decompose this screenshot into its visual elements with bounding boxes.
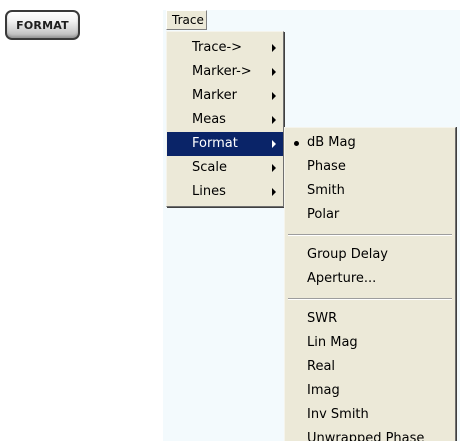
menu-separator	[285, 227, 455, 243]
menu-item-label: dB Mag	[307, 135, 356, 150]
menu-item-label: SWR	[307, 311, 338, 326]
menu-item-label: Group Delay	[307, 247, 388, 262]
format-item-lin-mag[interactable]: Lin Mag	[285, 331, 455, 355]
format-item-imag[interactable]: Imag	[285, 379, 455, 403]
menu-item-label: Phase	[307, 159, 346, 174]
menu-item-label: Lin Mag	[307, 335, 358, 350]
menu-item-label: Unwrapped Phase	[307, 431, 425, 441]
format-item-group-delay[interactable]: Group Delay	[285, 243, 455, 267]
format-item-db-mag[interactable]: dB Mag	[285, 131, 455, 155]
selected-bullet-icon	[294, 141, 299, 146]
menu-item-scale[interactable]: Scale	[167, 156, 283, 180]
format-item-phase[interactable]: Phase	[285, 155, 455, 179]
menu-item-label: Lines	[192, 184, 226, 199]
format-hardkey[interactable]: FORMAT	[5, 10, 80, 40]
menu-item-label: Marker	[192, 88, 237, 103]
menu-item-label: Real	[307, 359, 336, 374]
menu-item-label: Trace->	[192, 40, 243, 55]
trace-menu: Trace-> Marker-> Marker Meas Format Scal…	[166, 31, 284, 207]
menu-item-meas[interactable]: Meas	[167, 108, 283, 132]
menu-item-label: Meas	[192, 112, 226, 127]
format-item-inv-smith[interactable]: Inv Smith	[285, 403, 455, 427]
format-item-real[interactable]: Real	[285, 355, 455, 379]
submenu-arrow-icon	[272, 68, 276, 76]
format-item-aperture[interactable]: Aperture...	[285, 267, 455, 291]
format-item-smith[interactable]: Smith	[285, 179, 455, 203]
format-item-polar[interactable]: Polar	[285, 203, 455, 227]
menu-separator	[285, 291, 455, 307]
format-item-swr[interactable]: SWR	[285, 307, 455, 331]
submenu-arrow-icon	[272, 188, 276, 196]
menu-item-marker[interactable]: Marker	[167, 84, 283, 108]
screen: FORMAT Trace Trace-> Marker-> Marker Mea…	[0, 0, 460, 441]
menu-item-label: Inv Smith	[307, 407, 369, 422]
submenu-arrow-icon	[272, 92, 276, 100]
menu-item-label: Format	[192, 136, 238, 151]
menu-item-lines[interactable]: Lines	[167, 180, 283, 204]
submenu-arrow-icon	[272, 164, 276, 172]
submenu-arrow-icon	[272, 44, 276, 52]
menu-item-format[interactable]: Format	[167, 132, 283, 156]
menu-item-label: Aperture...	[307, 271, 377, 286]
submenu-arrow-icon	[272, 140, 276, 148]
menu-item-label: Scale	[192, 160, 227, 175]
menubar-trace[interactable]: Trace	[166, 10, 207, 30]
menu-item-label: Marker->	[192, 64, 252, 79]
format-submenu: dB Mag Phase Smith Polar Group Delay Ape…	[284, 127, 456, 441]
menu-item-label: Polar	[307, 207, 340, 222]
format-hardkey-label: FORMAT	[16, 18, 69, 32]
menu-item-trace-arrow[interactable]: Trace->	[167, 36, 283, 60]
menu-item-label: Smith	[307, 183, 345, 198]
submenu-arrow-icon	[272, 116, 276, 124]
menu-item-label: Imag	[307, 383, 340, 398]
menu-item-marker-arrow[interactable]: Marker->	[167, 60, 283, 84]
format-item-unwrapped-phase[interactable]: Unwrapped Phase	[285, 427, 455, 441]
